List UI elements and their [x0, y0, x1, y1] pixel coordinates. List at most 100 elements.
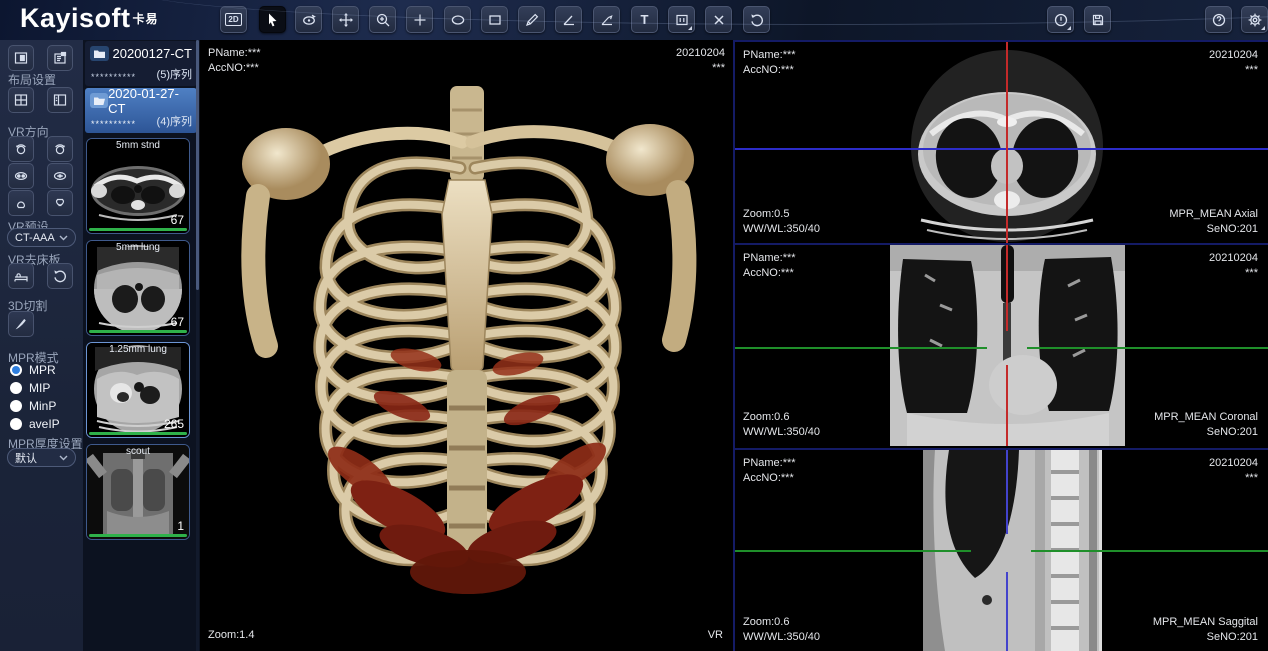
app-logo-cn: 卡易	[133, 12, 159, 26]
mpr-mode-option-mip[interactable]: MIP	[10, 380, 50, 396]
tool-ellipse-button[interactable]	[444, 6, 471, 33]
vr-orient-back-button[interactable]	[47, 163, 73, 189]
help-icon	[1211, 12, 1227, 28]
vr-orient-bottom-button[interactable]	[47, 190, 73, 216]
tool-pencil-button[interactable]	[518, 6, 545, 33]
remove-bed-button[interactable]	[8, 263, 34, 289]
bed-reset-button[interactable]	[47, 263, 73, 289]
head-rotate-left-icon	[13, 141, 29, 157]
tool-pan-button[interactable]	[332, 6, 359, 33]
pointer-icon	[265, 12, 281, 28]
tool-text-button[interactable]: T	[631, 6, 658, 33]
corner-flag	[688, 26, 692, 30]
tool-pointer-button[interactable]	[259, 6, 286, 33]
radio-icon	[10, 382, 22, 394]
series-thumbnail-5mm-stnd[interactable]: 5mm stnd 67	[86, 138, 190, 234]
pname-overlay: PName:***	[743, 456, 796, 471]
mpr-mode-option-aveip[interactable]: aveIP	[10, 416, 60, 432]
reset-icon	[749, 12, 765, 28]
layout-1plus1-icon	[52, 92, 68, 108]
vr-orient-rotate-left-button[interactable]	[8, 136, 34, 162]
vr-accno-overlay: AccNO:***	[208, 61, 259, 76]
scout-xray-thumbnail-image	[87, 445, 189, 539]
help-button[interactable]	[1205, 6, 1232, 33]
scalpel-button[interactable]	[8, 311, 34, 337]
mpr-column: PName:*** AccNO:*** 20210204 *** Zoom:0.…	[735, 40, 1268, 651]
series-scrollbar-thumb[interactable]	[196, 40, 199, 290]
series-thumbnail-scout[interactable]: scout 1	[86, 444, 190, 540]
radio-icon	[10, 418, 22, 430]
series-thumbnail-125mm-lung[interactable]: 1.25mm lung 265	[86, 342, 190, 438]
tool-zoom-button[interactable]	[369, 6, 396, 33]
wwwl-overlay: WW/WL:350/40	[743, 425, 820, 440]
coronal-crosshair-vertical-red[interactable]	[1006, 245, 1008, 331]
corner-flag	[1067, 26, 1071, 30]
tool-rotate3d-button[interactable]	[295, 6, 322, 33]
vr-orient-front-button[interactable]	[8, 163, 34, 189]
thumbnail-progress-bar	[89, 228, 187, 231]
sagittal-crosshair-vertical-blue[interactable]	[1006, 572, 1008, 651]
study-item-1[interactable]: 20200127-CT ********** (5)序列	[85, 41, 197, 86]
thumbnail-label: scout	[87, 446, 189, 457]
sagittal-crosshair-vertical-blue[interactable]	[1006, 450, 1008, 534]
layout-grid-button[interactable]	[8, 87, 34, 113]
tool-delete-button[interactable]	[705, 6, 732, 33]
tool-angle-button[interactable]	[555, 6, 582, 33]
zoom-overlay: Zoom:0.6	[743, 410, 789, 425]
study-masked-id: **********	[91, 72, 136, 82]
mpr-thickness-select[interactable]: 默认	[7, 448, 76, 467]
layout-2x2-icon	[13, 92, 29, 108]
accno-overlay: AccNO:***	[743, 63, 794, 78]
head-top-icon	[13, 195, 29, 211]
left-sidebar: 布局设置 VR方向 VR预设 CT-AAA VR去床板 3D切割 MPR模式 M…	[0, 40, 83, 651]
coronal-crosshair-horizontal-green[interactable]	[1027, 347, 1268, 349]
wwwl-overlay: WW/WL:350/40	[743, 630, 820, 645]
pencil-icon	[524, 12, 540, 28]
series-thumbnail-5mm-lung[interactable]: 5mm lung 67	[86, 240, 190, 336]
coronal-crosshair-horizontal-green[interactable]	[735, 347, 987, 349]
mpr-coronal-viewport[interactable]: PName:*** AccNO:*** 20210204 *** Zoom:0.…	[735, 245, 1268, 446]
tool-cobb-angle-button[interactable]	[593, 6, 620, 33]
date-overlay: 20210204	[1209, 251, 1258, 266]
radio-label: aveIP	[29, 417, 60, 431]
view-label-overlay: MPR_MEAN Coronal	[1154, 410, 1258, 425]
tool-2d-mode-button[interactable]: 2D	[220, 6, 247, 33]
zoom-overlay: Zoom:0.5	[743, 207, 789, 222]
accno-overlay: AccNO:***	[743, 266, 794, 281]
viewport-horizontal-divider	[735, 448, 1268, 450]
vr-orient-top-button[interactable]	[8, 190, 34, 216]
delete-x-icon	[711, 12, 727, 28]
study-title: 2020-01-27-CT	[108, 86, 192, 116]
head-front-icon	[13, 168, 29, 184]
coronal-crosshair-vertical-red[interactable]	[1006, 365, 1008, 446]
mpr-axial-viewport[interactable]: PName:*** AccNO:*** 20210204 *** Zoom:0.…	[735, 42, 1268, 243]
sagittal-crosshair-horizontal-green[interactable]	[1031, 550, 1268, 552]
2d-mode-icon: 2D	[225, 13, 241, 26]
layout-split-button[interactable]	[47, 87, 73, 113]
vr-preset-select[interactable]: CT-AAA	[7, 228, 76, 247]
corner-flag	[1261, 26, 1265, 30]
tool-crosshair-button[interactable]	[406, 6, 433, 33]
vr-viewport[interactable]: PName:*** AccNO:*** 20210204 *** Zoom:1.…	[200, 40, 735, 651]
vr-zoom-overlay: Zoom:1.4	[208, 628, 254, 643]
text-tool-icon: T	[641, 13, 649, 26]
mpr-mode-option-mpr[interactable]: MPR	[10, 362, 56, 378]
thumbnail-image-number: 67	[171, 315, 184, 329]
mpr-mode-option-minp[interactable]: MinP	[10, 398, 56, 414]
masked-id-overlay: ***	[1245, 266, 1258, 281]
vr-orient-rotate-right-button[interactable]	[47, 136, 73, 162]
settings-button[interactable]	[1241, 6, 1268, 33]
layout-single-button[interactable]	[8, 45, 34, 71]
tool-rectangle-button[interactable]	[481, 6, 508, 33]
mpr-sagittal-viewport[interactable]: PName:*** AccNO:*** 20210204 *** Zoom:0.…	[735, 450, 1268, 651]
tool-reset-button[interactable]	[743, 6, 770, 33]
info-button[interactable]	[1047, 6, 1074, 33]
axial-crosshair-horizontal-blue[interactable]	[735, 148, 1268, 150]
layout-report-button[interactable]	[47, 45, 73, 71]
sagittal-crosshair-horizontal-green[interactable]	[735, 550, 971, 552]
study-item-2-selected[interactable]: 2020-01-27-CT ********** (4)序列	[85, 88, 197, 133]
save-button[interactable]	[1084, 6, 1111, 33]
thumbnail-image-number: 265	[164, 417, 184, 431]
tool-window-level-button[interactable]	[668, 6, 695, 33]
axial-crosshair-vertical-red[interactable]	[1006, 42, 1008, 243]
